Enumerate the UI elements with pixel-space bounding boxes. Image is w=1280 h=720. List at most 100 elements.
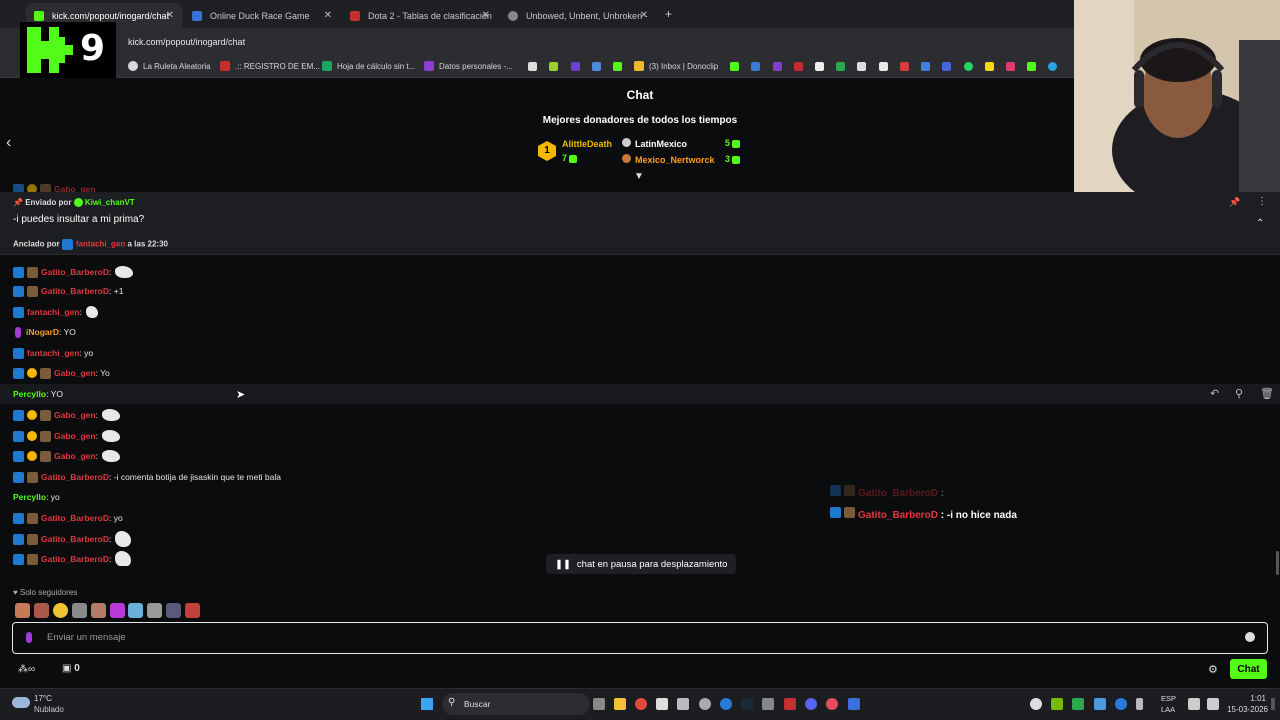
tab-unbowed[interactable]: Unbowed, Unbent, Unbroken - ✕	[500, 3, 656, 28]
close-icon[interactable]: ✕	[324, 10, 332, 21]
chat-message[interactable]: Gatito_BarberoD:	[13, 531, 132, 547]
file-explorer-icon[interactable]	[614, 698, 626, 710]
chat-message[interactable]: Gatito_BarberoD: yo	[13, 511, 123, 525]
chat-message[interactable]: Gatito_BarberoD: +1	[13, 284, 123, 298]
collapse-chevron-icon[interactable]: ⌃	[1256, 218, 1264, 229]
language[interactable]: ESP	[1161, 694, 1176, 703]
nvidia-icon[interactable]	[1051, 698, 1063, 710]
app-icon[interactable]	[826, 698, 838, 710]
tray-icon[interactable]	[1115, 698, 1127, 710]
scrollbar[interactable]	[1276, 551, 1279, 575]
pause-notice[interactable]: ❚❚ chat en pausa para desplazamiento	[546, 554, 737, 574]
bookmark-icon[interactable]	[730, 62, 739, 71]
chat-message[interactable]: Gabo_gen:	[13, 449, 120, 463]
hovered-message-row[interactable]	[0, 384, 1280, 404]
bookmark-hoja[interactable]: Hoja de cálculo sin t...	[322, 61, 415, 71]
clock-time[interactable]: 1:01	[1226, 694, 1266, 703]
reply-icon[interactable]: ↶	[1210, 387, 1219, 400]
bookmark-icon[interactable]	[773, 62, 782, 71]
url-text[interactable]: kick.com/popout/inogard/chat	[128, 37, 245, 47]
display-icon[interactable]	[1188, 698, 1200, 710]
bookmark-icon[interactable]	[879, 62, 888, 71]
emote-option[interactable]	[91, 603, 106, 618]
more-options-icon[interactable]: ⋮	[1257, 196, 1267, 207]
whatsapp-icon[interactable]	[964, 62, 973, 71]
chat-message[interactable]: Gabo_gen:	[13, 429, 120, 443]
new-tab-icon[interactable]: +	[665, 7, 672, 21]
app-icon[interactable]	[762, 698, 774, 710]
emote-option[interactable]	[166, 603, 181, 618]
show-desktop-button[interactable]	[1271, 698, 1275, 710]
app-icon[interactable]	[677, 698, 689, 710]
chat-message[interactable]: fantachi_gen:	[13, 305, 98, 319]
bookmark-icon[interactable]	[815, 62, 824, 71]
back-chevron-icon[interactable]: ‹	[6, 134, 11, 152]
close-icon[interactable]: ✕	[640, 10, 648, 21]
clock-date[interactable]: 15-03-2026	[1218, 705, 1268, 714]
chat-message[interactable]: Gabo_gen:	[13, 408, 120, 422]
users-infinity-icon[interactable]: ⁂∞	[18, 664, 35, 675]
settings-gear-icon[interactable]: ⚙	[1208, 663, 1218, 676]
chrome-icon[interactable]	[635, 698, 647, 710]
input-placeholder[interactable]: Enviar un mensaje	[47, 632, 126, 643]
tab-duck-race[interactable]: Online Duck Race Game ✕	[184, 3, 340, 28]
bookmark-icon[interactable]	[985, 62, 994, 71]
bookmark-donoclip[interactable]: (3) Inbox | Donoclip	[634, 61, 718, 71]
app-icon[interactable]	[699, 698, 711, 710]
bookmark-icon[interactable]	[549, 62, 558, 71]
tray-icon[interactable]	[1094, 698, 1106, 710]
donor-second[interactable]: LatinMexico	[622, 138, 687, 149]
emote-option[interactable]	[72, 603, 87, 618]
bookmark-icon[interactable]	[942, 62, 951, 71]
microphone-icon[interactable]	[1136, 698, 1143, 710]
expand-list-icon[interactable]: ▼	[634, 171, 644, 182]
bookmark-icon[interactable]	[592, 62, 601, 71]
emote-option[interactable]	[185, 603, 200, 618]
search-label[interactable]: Buscar	[464, 699, 490, 709]
bookmark-icon[interactable]	[794, 62, 803, 71]
weather-temp[interactable]: 17°C	[34, 694, 52, 703]
bookmark-icon[interactable]	[921, 62, 930, 71]
bookmark-icon[interactable]	[751, 62, 760, 71]
emote-option[interactable]	[34, 603, 49, 618]
emote-option[interactable]	[147, 603, 162, 618]
chat-message[interactable]: iNogarD: YO	[13, 325, 76, 339]
discord-icon[interactable]	[805, 698, 817, 710]
emote-option[interactable]	[110, 603, 125, 618]
chat-message[interactable]: Percyllo: YO	[13, 387, 63, 401]
calculator-icon[interactable]	[656, 698, 668, 710]
bookmark-icon[interactable]	[1027, 62, 1036, 71]
pin-icon[interactable]: 📌	[1229, 197, 1240, 208]
windows-start-icon[interactable]	[421, 698, 433, 710]
app-icon[interactable]	[848, 698, 860, 710]
send-chat-button[interactable]: Chat	[1230, 659, 1267, 679]
bookmark-ruleta[interactable]: La Ruleta Aleatoria	[128, 61, 211, 71]
chat-message[interactable]: Gabo_gen: Yo	[13, 366, 110, 380]
bookmark-datos[interactable]: Datos personales -...	[424, 61, 513, 71]
telegram-icon[interactable]	[1048, 62, 1057, 71]
delete-icon[interactable]: 🗑	[1260, 387, 1274, 400]
close-icon[interactable]: ✕	[482, 10, 490, 21]
tab-dota[interactable]: Dota 2 - Tablas de clasificación ✕	[342, 3, 498, 28]
chat-message[interactable]: fantachi_gen: yo	[13, 346, 93, 360]
chat-message[interactable]: Gatito_BarberoD:	[13, 551, 132, 567]
emote-option[interactable]	[128, 603, 143, 618]
bookmark-icon[interactable]	[613, 62, 622, 71]
bookmark-icon[interactable]	[900, 62, 909, 71]
bookmark-icon[interactable]	[857, 62, 866, 71]
bookmark-registro[interactable]: .:: REGISTRO DE EM...	[220, 61, 320, 71]
weather-desc[interactable]: Nublado	[34, 705, 64, 714]
edge-icon[interactable]	[720, 698, 732, 710]
steam-icon[interactable]	[741, 698, 753, 710]
tray-icon[interactable]	[1072, 698, 1084, 710]
language-layout[interactable]: LAA	[1161, 705, 1175, 714]
close-icon[interactable]: ✕	[166, 10, 174, 21]
bookmark-icon[interactable]	[571, 62, 580, 71]
emote-option[interactable]	[15, 603, 30, 618]
chat-message[interactable]: Gatito_BarberoD:	[13, 265, 134, 279]
bookmark-icon[interactable]	[1006, 62, 1015, 71]
tray-icon[interactable]	[1030, 698, 1042, 710]
chat-message[interactable]: Gatito_BarberoD: -i comenta botija de ji…	[13, 470, 281, 484]
chat-message[interactable]: Percyllo: yo	[13, 490, 60, 504]
bookmark-icon[interactable]	[528, 62, 537, 71]
